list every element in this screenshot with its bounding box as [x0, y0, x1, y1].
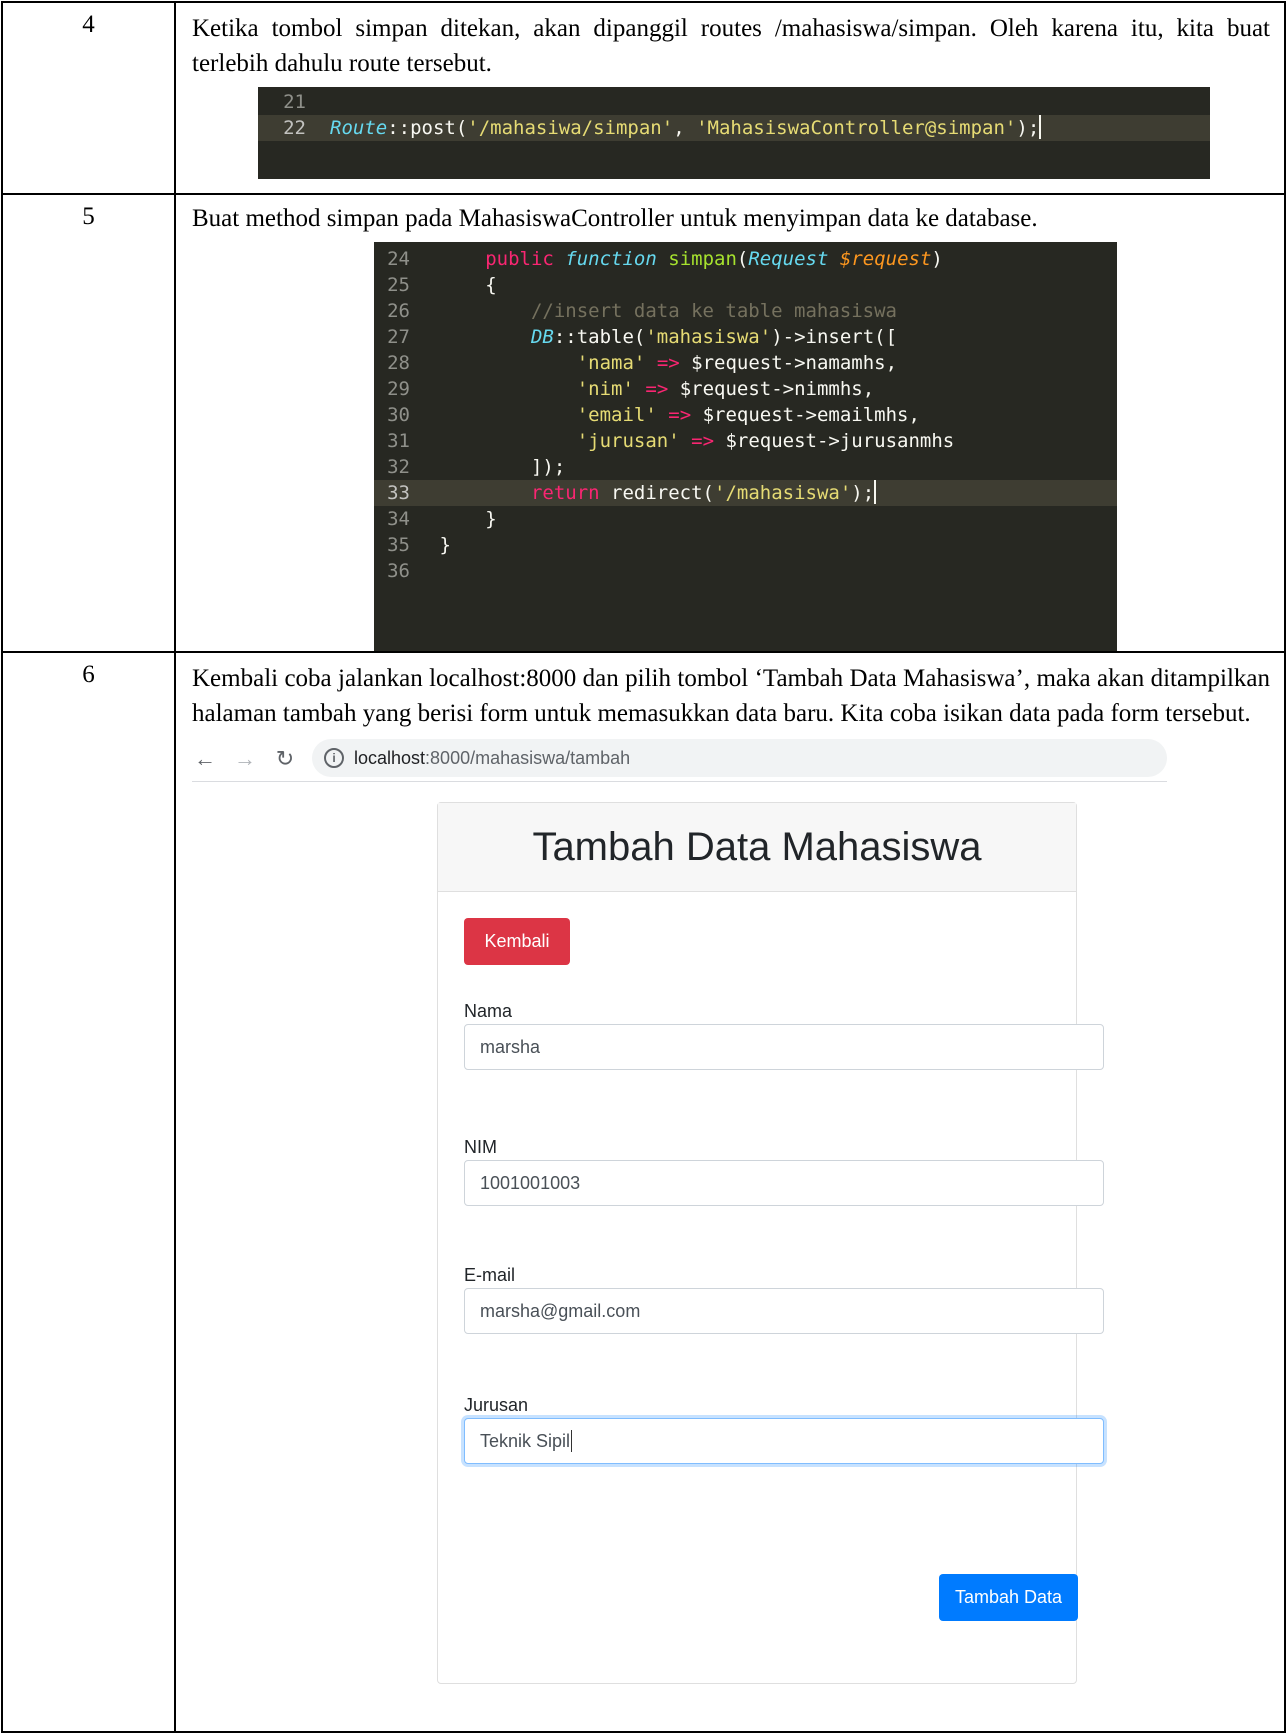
code-token: => [668, 404, 692, 426]
back-arrow-icon[interactable]: ← [192, 741, 218, 776]
line-number: 36 [387, 560, 410, 582]
address-bar: ← → ↻ i localhost:8000/mahasiswa/tambah [192, 735, 1167, 782]
line-number: 31 [387, 430, 410, 452]
page-title: Tambah Data Mahasiswa [438, 803, 1076, 892]
code-token: )->insert([ [771, 326, 898, 348]
line-number: 35 [387, 534, 410, 556]
nama-value: marsha [480, 1036, 541, 1057]
steps-table: 4 Ketika tombol simpan ditekan, akan dip… [1, 1, 1286, 1733]
line-number: 24 [387, 248, 410, 270]
code-token: redirect( [611, 482, 714, 504]
code-line-22: 22 Route::post('/mahasiwa/simpan', 'Mahas… [258, 115, 1210, 141]
code-token: ::post( [387, 117, 468, 139]
info-icon[interactable]: i [324, 748, 344, 768]
text-cursor [874, 480, 877, 504]
code-token: ::table( [553, 326, 646, 348]
code-token: 'email' [576, 404, 657, 426]
email-field[interactable]: marsha@gmail.com [464, 1288, 1104, 1334]
line-number: 30 [387, 404, 410, 426]
back-button[interactable]: Kembali [464, 918, 570, 965]
line-number: 33 [387, 482, 410, 504]
form-card: Tambah Data Mahasiswa Kembali Nama marsh… [437, 802, 1104, 1684]
line-number: 25 [387, 274, 410, 296]
card-body: Kembali Nama marsha NIM 1001001003 E-mai… [438, 892, 1104, 1698]
code-token: } [439, 534, 451, 556]
nim-field[interactable]: 1001001003 [464, 1160, 1104, 1206]
route-code-block: 21 22 Route::post('/mahasiwa/simpan', 'Ma… [258, 87, 1210, 179]
line-number: 26 [387, 300, 410, 322]
code-token: } [485, 508, 497, 530]
submit-button[interactable]: Tambah Data [938, 1574, 1078, 1621]
text-cursor [1039, 115, 1042, 139]
code-token: $request->namamhs, [691, 352, 898, 374]
step-number: 6 [1, 651, 176, 1733]
reload-icon[interactable]: ↻ [272, 741, 298, 776]
form-group-jurusan: Jurusan Teknik Sipil [464, 1388, 1107, 1464]
step-row-6: 6 Kembali coba jalankan localhost:8000 d… [1, 651, 1286, 1733]
forward-arrow-icon[interactable]: → [232, 741, 258, 776]
code-token: '/mahasiwa/simpan' [467, 117, 674, 139]
code-token: , [673, 117, 697, 139]
line-number: 22 [283, 117, 306, 139]
code-token: => [656, 352, 680, 374]
step-number: 4 [1, 1, 176, 195]
code-token: $request->jurusanmhs [725, 430, 955, 452]
code-token: public [485, 248, 554, 270]
line-number: 28 [387, 352, 410, 374]
jurusan-field[interactable]: Teknik Sipil [464, 1418, 1104, 1464]
text-cursor [571, 1430, 573, 1452]
step-description: Ketika tombol simpan ditekan, akan dipan… [192, 15, 1270, 77]
jurusan-label: Jurusan [464, 1395, 529, 1415]
code-token: Request [748, 248, 829, 270]
url-path: :8000/mahasiswa/tambah [425, 747, 631, 768]
url-omnibox[interactable]: i localhost:8000/mahasiswa/tambah [312, 739, 1167, 777]
nama-label: Nama [464, 1001, 513, 1021]
step-row-5: 5 Buat method simpan pada MahasiswaContr… [1, 193, 1286, 653]
step-row-4: 4 Ketika tombol simpan ditekan, akan dip… [1, 1, 1286, 195]
code-token: DB [530, 326, 554, 348]
code-token: $request [839, 248, 932, 270]
line-number: 27 [387, 326, 410, 348]
line-number: 32 [387, 456, 410, 478]
method-code-block: 24 public function simpan(Request $reque… [374, 242, 1117, 651]
nama-field[interactable]: marsha [464, 1024, 1104, 1070]
code-token: function [565, 248, 657, 270]
url-host: localhost [354, 747, 426, 768]
nim-label: NIM [464, 1137, 497, 1157]
jurusan-value: Teknik Sipil [480, 1430, 571, 1451]
code-token: 'mahasiswa' [645, 326, 772, 348]
browser-screenshot: ← → ↻ i localhost:8000/mahasiswa/tambah … [192, 735, 1167, 1684]
code-token: 'jurusan' [576, 430, 680, 452]
email-label: E-mail [464, 1265, 516, 1285]
code-token: => [645, 378, 669, 400]
code-token: Route [330, 117, 388, 139]
code-token: '/mahasiswa' [714, 482, 852, 504]
code-token: => [691, 430, 715, 452]
code-token: $request->nimmhs, [679, 378, 875, 400]
form-group-email: E-mail marsha@gmail.com [464, 1258, 1107, 1334]
code-token: { [485, 274, 497, 296]
code-token: return [530, 482, 600, 504]
nim-value: 1001001003 [480, 1172, 581, 1193]
code-token: ]); [530, 456, 566, 478]
step-description: Kembali coba jalankan localhost:8000 dan… [192, 665, 1270, 727]
step-number: 5 [1, 193, 176, 653]
line-number: 29 [387, 378, 410, 400]
code-token: ); [1016, 117, 1040, 139]
code-token: simpan [668, 248, 737, 270]
code-token: 'nama' [576, 352, 646, 374]
step-description: Buat method simpan pada MahasiswaControl… [192, 205, 1038, 232]
form-group-nama: Nama marsha [464, 994, 1107, 1070]
email-value: marsha@gmail.com [480, 1300, 641, 1321]
line-number: 34 [387, 508, 410, 530]
code-token: $request->emailmhs, [702, 404, 920, 426]
line-number: 21 [283, 91, 306, 113]
code-token: 'MahasiswaController@simpan' [696, 117, 1017, 139]
code-token: ); [851, 482, 875, 504]
code-token: 'nim' [576, 378, 634, 400]
form-group-nim: NIM 1001001003 [464, 1130, 1107, 1206]
code-comment: //insert data ke table mahasiswa [530, 300, 897, 322]
